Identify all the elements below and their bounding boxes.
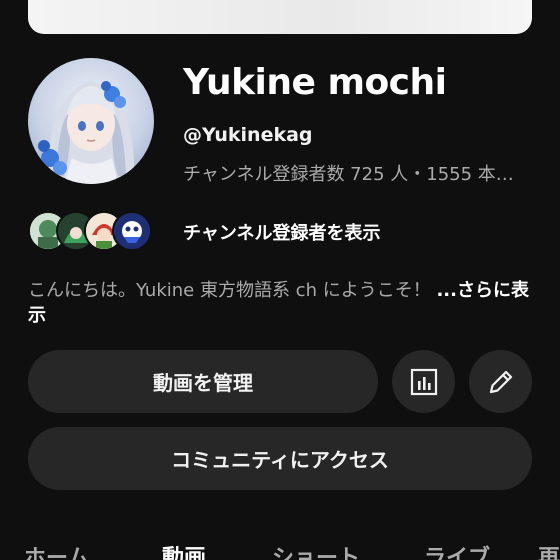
channel-tabs: ホーム 動画 ショート ライブ 再 xyxy=(0,540,560,560)
manage-videos-label: 動画を管理 xyxy=(153,371,253,395)
manage-videos-button[interactable]: 動画を管理 xyxy=(28,350,378,413)
pencil-icon xyxy=(489,370,512,393)
channel-name: Yukine mochi xyxy=(183,62,447,103)
subscriber-avatar xyxy=(112,211,152,251)
tab-shorts[interactable]: ショート xyxy=(272,540,360,560)
community-access-label: コミュニティにアクセス xyxy=(171,448,389,472)
avatar-illustration xyxy=(38,80,135,184)
analytics-icon xyxy=(410,368,437,395)
channel-avatar[interactable] xyxy=(28,58,154,184)
subscriber-avatars xyxy=(28,209,178,253)
channel-stats[interactable]: チャンネル登録者数 725 人・1555 本の動画 xyxy=(183,160,523,186)
channel-banner[interactable] xyxy=(28,0,532,34)
channel-page: Yukine mochi @Yukinekag チャンネル登録者数 725 人・… xyxy=(0,0,560,560)
tab-playlists[interactable]: 再 xyxy=(538,540,560,560)
analytics-button[interactable] xyxy=(392,350,455,413)
description-text: こんにちは。Yukine 東方物語系 ch にようこそ！ xyxy=(28,280,437,301)
tab-live[interactable]: ライブ xyxy=(424,540,490,560)
tab-home[interactable]: ホーム xyxy=(24,540,89,560)
channel-description[interactable]: こんにちは。Yukine 東方物語系 ch にようこそ！ ...さらに表示 xyxy=(28,278,532,328)
tab-videos[interactable]: 動画 xyxy=(162,540,206,560)
view-subscribers-row[interactable]: チャンネル登録者を表示 xyxy=(28,208,448,254)
community-access-button[interactable]: コミュニティにアクセス xyxy=(28,427,532,490)
channel-handle: @Yukinekag xyxy=(183,124,313,146)
edit-channel-button[interactable] xyxy=(469,350,532,413)
view-subscribers-label: チャンネル登録者を表示 xyxy=(183,223,381,244)
